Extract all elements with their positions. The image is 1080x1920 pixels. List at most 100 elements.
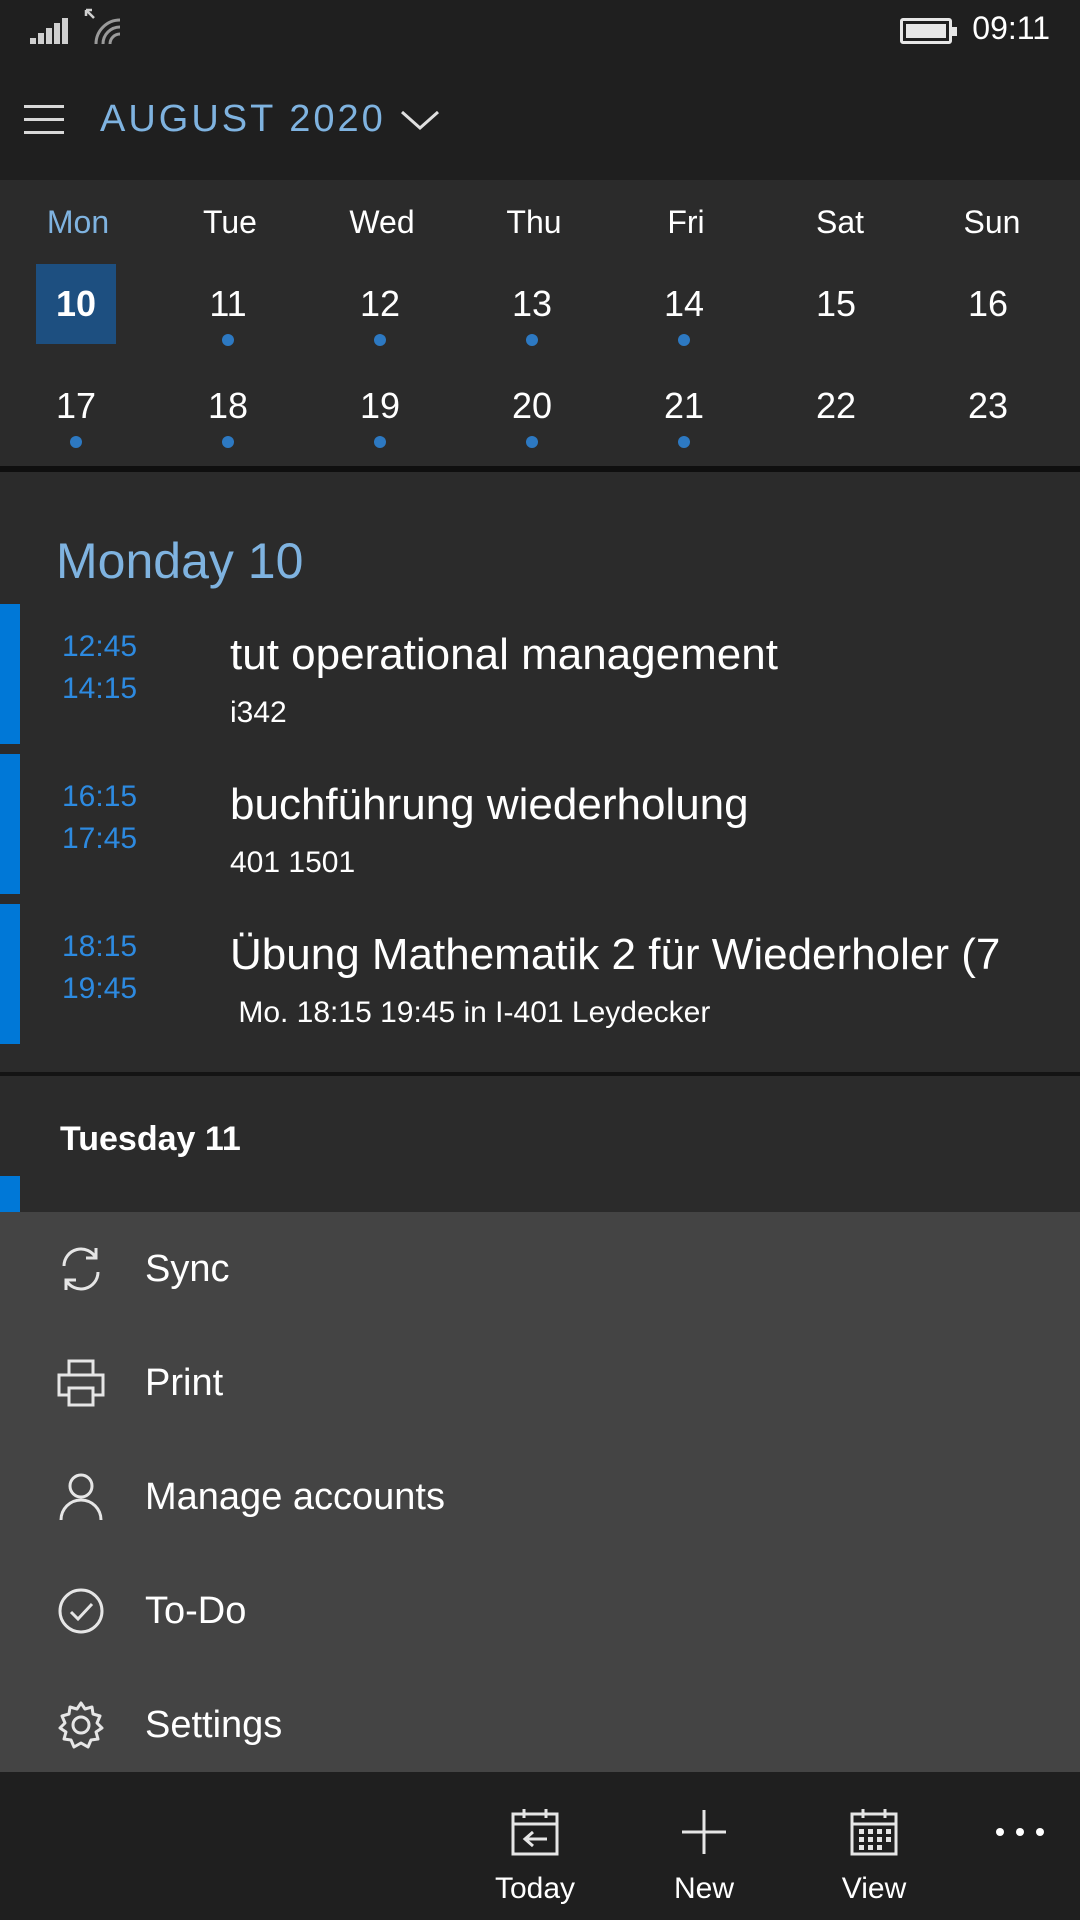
event-location: Mo. 18:15 19:45 in I-401 Leydecker bbox=[230, 996, 711, 1029]
event-end-time: 19:45 bbox=[62, 972, 138, 1005]
calendar-day[interactable]: 12 bbox=[304, 264, 456, 346]
calendar-day[interactable]: 14 bbox=[608, 264, 760, 346]
app-header: AUGUST 2020 bbox=[0, 60, 1080, 180]
day-number: 10 bbox=[36, 264, 116, 344]
calendar-day[interactable]: 19 bbox=[304, 366, 456, 448]
checkmark-circle-icon bbox=[58, 1588, 104, 1634]
overflow-menu: Sync Print Manage accounts To-Do Setting… bbox=[0, 1212, 1080, 1772]
menu-item-manage-accounts[interactable]: Manage accounts bbox=[0, 1440, 1080, 1554]
event-item[interactable]: 18:15 19:45 Übung Mathematik 2 für Wiede… bbox=[0, 904, 1080, 1044]
calendar-day[interactable]: 17 bbox=[0, 366, 152, 448]
dow-label: Mon bbox=[46, 204, 110, 240]
event-location: i342 bbox=[230, 696, 287, 729]
calendar-day[interactable]: 22 bbox=[760, 366, 912, 446]
calendar-day[interactable]: 23 bbox=[912, 366, 1064, 446]
dow-label: Wed bbox=[349, 204, 415, 240]
today-label: Today bbox=[494, 1872, 576, 1905]
calendar-day[interactable]: 11 bbox=[152, 264, 304, 346]
event-title: buchführung wiederholung bbox=[230, 780, 749, 829]
menu-item-label: To-Do bbox=[145, 1590, 247, 1632]
calendar-day[interactable]: 16 bbox=[912, 264, 1064, 344]
event-indicator-dot bbox=[374, 334, 386, 346]
event-color-bar bbox=[0, 904, 20, 1044]
agenda-list: Monday 10 12:45 14:15 tut operational ma… bbox=[0, 472, 1080, 1212]
day-number: 21 bbox=[663, 385, 705, 426]
event-title: tut operational management bbox=[230, 630, 778, 679]
day-number: 12 bbox=[359, 283, 401, 324]
event-indicator-dot bbox=[222, 436, 234, 448]
menu-item-todo[interactable]: To-Do bbox=[0, 1554, 1080, 1668]
week-calendar-strip: Mon Tue Wed Thu Fri Sat Sun 10 11 12 13 … bbox=[0, 180, 1080, 470]
dow-label: Fri bbox=[667, 204, 705, 240]
event-indicator-dot bbox=[678, 334, 690, 346]
calendar-today-icon bbox=[511, 1809, 559, 1856]
agenda-day-heading: Tuesday 11 bbox=[60, 1120, 241, 1158]
day-number: 22 bbox=[815, 385, 857, 426]
menu-item-label: Manage accounts bbox=[145, 1476, 445, 1518]
menu-item-label: Sync bbox=[145, 1248, 230, 1290]
event-color-bar bbox=[0, 604, 20, 744]
status-bar: 09:11 bbox=[0, 0, 1080, 60]
dow-label: Sat bbox=[815, 204, 865, 240]
calendar-day[interactable]: 18 bbox=[152, 366, 304, 448]
today-button[interactable]: Today bbox=[465, 1772, 605, 1920]
cellular-signal-icon bbox=[30, 18, 70, 44]
wifi-icon bbox=[84, 8, 121, 45]
day-of-week-row: Mon Tue Wed Thu Fri Sat Sun bbox=[0, 204, 1080, 244]
battery-icon bbox=[900, 18, 957, 44]
menu-item-print[interactable]: Print bbox=[0, 1326, 1080, 1440]
event-indicator-dot bbox=[678, 436, 690, 448]
menu-item-sync[interactable]: Sync bbox=[0, 1212, 1080, 1326]
event-indicator-dot bbox=[222, 334, 234, 346]
day-number: 13 bbox=[511, 283, 553, 324]
day-number: 19 bbox=[359, 385, 401, 426]
agenda-day-heading: Monday 10 bbox=[56, 533, 304, 589]
more-options-icon[interactable] bbox=[980, 1772, 1060, 1920]
view-label: View bbox=[841, 1872, 907, 1905]
plus-icon bbox=[682, 1810, 726, 1854]
day-number: 15 bbox=[815, 283, 857, 324]
new-label: New bbox=[673, 1872, 734, 1905]
menu-item-settings[interactable]: Settings bbox=[0, 1668, 1080, 1782]
dow-label: Thu bbox=[506, 204, 562, 240]
calendar-day[interactable]: 13 bbox=[456, 264, 608, 346]
event-end-time: 14:15 bbox=[62, 672, 138, 705]
event-color-bar bbox=[0, 1176, 20, 1212]
calendar-day[interactable]: 15 bbox=[760, 264, 912, 344]
event-title: Übung Mathematik 2 für Wiederholer (7 bbox=[230, 930, 1001, 979]
gear-icon bbox=[58, 1701, 104, 1749]
calendar-view-icon bbox=[850, 1809, 898, 1856]
event-indicator-dot bbox=[374, 436, 386, 448]
event-indicator-dot bbox=[526, 436, 538, 448]
day-number: 20 bbox=[511, 385, 553, 426]
calendar-day-selected[interactable]: 10 bbox=[0, 264, 152, 344]
day-number: 16 bbox=[967, 283, 1009, 324]
event-indicator-dot bbox=[526, 334, 538, 346]
event-item[interactable]: 16:15 17:45 buchführung wiederholung 401… bbox=[0, 754, 1080, 894]
event-end-time: 17:45 bbox=[62, 822, 138, 855]
dow-label: Tue bbox=[203, 204, 257, 240]
event-color-bar bbox=[0, 754, 20, 894]
event-item[interactable]: 12:45 14:15 tut operational management i… bbox=[0, 604, 1080, 744]
bottom-app-bar: Today New View bbox=[0, 1772, 1080, 1920]
day-number: 14 bbox=[663, 283, 705, 324]
day-number: 18 bbox=[207, 385, 249, 426]
new-event-button[interactable]: New bbox=[634, 1772, 774, 1920]
month-title[interactable]: AUGUST 2020 bbox=[100, 98, 386, 141]
printer-icon bbox=[57, 1359, 105, 1407]
event-start-time: 18:15 bbox=[62, 930, 138, 963]
sync-icon bbox=[62, 1247, 100, 1291]
person-icon bbox=[59, 1473, 103, 1521]
calendar-day[interactable]: 20 bbox=[456, 366, 608, 448]
event-start-time: 12:45 bbox=[62, 630, 138, 663]
view-button[interactable]: View bbox=[804, 1772, 944, 1920]
calendar-day[interactable]: 21 bbox=[608, 366, 760, 448]
status-time: 09:11 bbox=[972, 10, 1050, 46]
chevron-down-icon[interactable] bbox=[398, 104, 442, 134]
day-number: 11 bbox=[209, 283, 247, 324]
day-number: 23 bbox=[967, 385, 1009, 426]
event-indicator-dot bbox=[70, 436, 82, 448]
day-number: 17 bbox=[55, 385, 97, 426]
menu-item-label: Print bbox=[145, 1362, 224, 1404]
hamburger-menu-icon[interactable] bbox=[24, 105, 64, 135]
